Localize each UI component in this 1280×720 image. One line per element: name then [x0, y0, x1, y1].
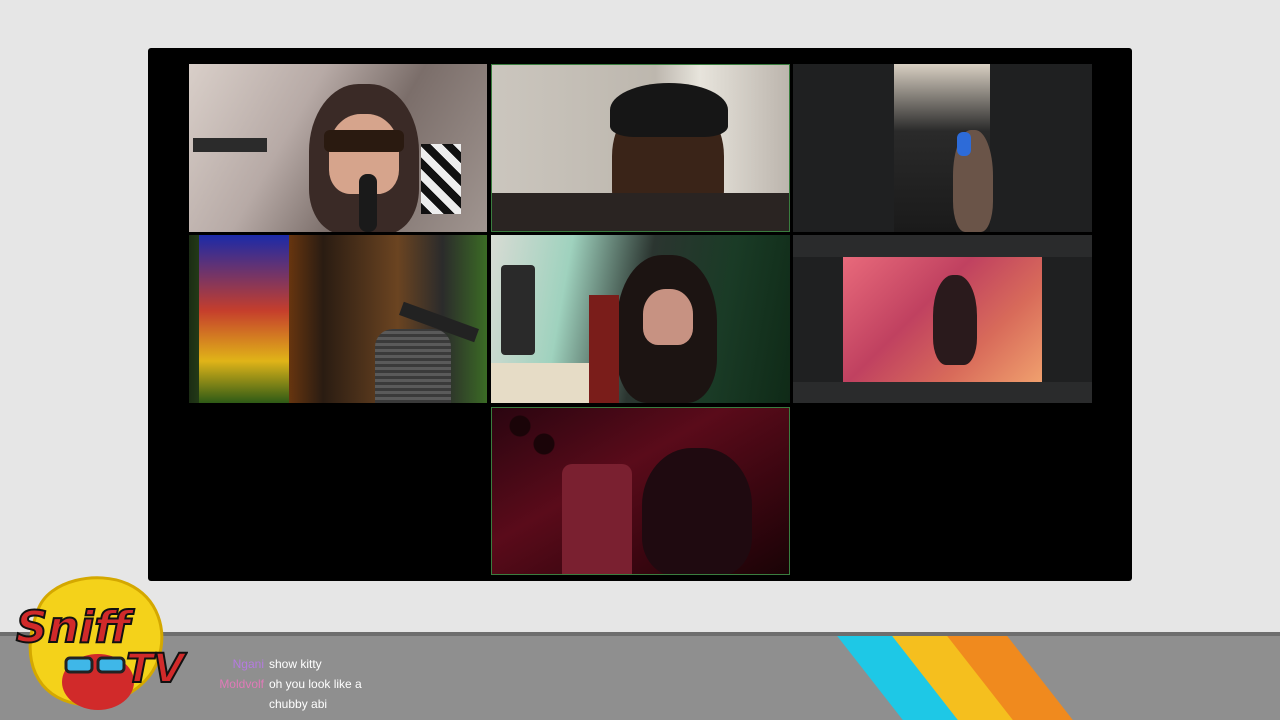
gaming-chair — [589, 295, 619, 403]
video-call-grid — [148, 48, 1132, 581]
participant-figure — [933, 275, 977, 365]
video-tile-participant-3[interactable] — [793, 64, 1092, 232]
microphone — [359, 174, 377, 232]
gaming-chair — [562, 464, 632, 574]
chat-username: Ngani — [232, 657, 264, 671]
chat-username: Moldvolf — [219, 677, 264, 691]
video-tile-participant-1[interactable] — [189, 64, 487, 232]
chat-message: Ngani show kitty — [200, 654, 440, 674]
speaker — [501, 265, 535, 355]
video-tile-participant-4[interactable] — [189, 235, 487, 403]
headwrap — [610, 83, 728, 137]
headphones-icon — [957, 132, 971, 156]
video-tile-participant-7[interactable] — [491, 407, 790, 575]
chat-text: oh you look like a chubby abi — [269, 677, 362, 711]
stream-lower-third — [0, 632, 1280, 720]
sniff-tv-logo: Sniff TV — [15, 576, 188, 710]
participant-figure — [642, 448, 752, 574]
tile-top-bar — [793, 235, 1092, 257]
chair-back — [492, 193, 789, 231]
sunglasses — [324, 130, 404, 152]
city-backdrop — [199, 235, 289, 403]
video-tile-participant-5[interactable] — [491, 235, 790, 403]
logo-text-bottom: TV — [126, 646, 187, 692]
mesh-chair — [375, 329, 451, 403]
chat-text: show kitty — [269, 657, 322, 671]
video-tile-participant-6[interactable] — [793, 235, 1092, 403]
keyboard-instrument — [193, 138, 267, 152]
tile-bottom-bar — [793, 382, 1092, 403]
participant-face — [643, 289, 693, 345]
chat-overlay: Ngani show kitty Moldvolf oh you look li… — [200, 654, 440, 714]
logo-text-top: Sniff — [16, 602, 135, 653]
checkered-pillow — [421, 144, 461, 214]
video-tile-participant-2[interactable] — [491, 64, 790, 232]
chat-message: Moldvolf oh you look like a chubby abi — [200, 674, 440, 714]
wall-records — [502, 408, 562, 468]
